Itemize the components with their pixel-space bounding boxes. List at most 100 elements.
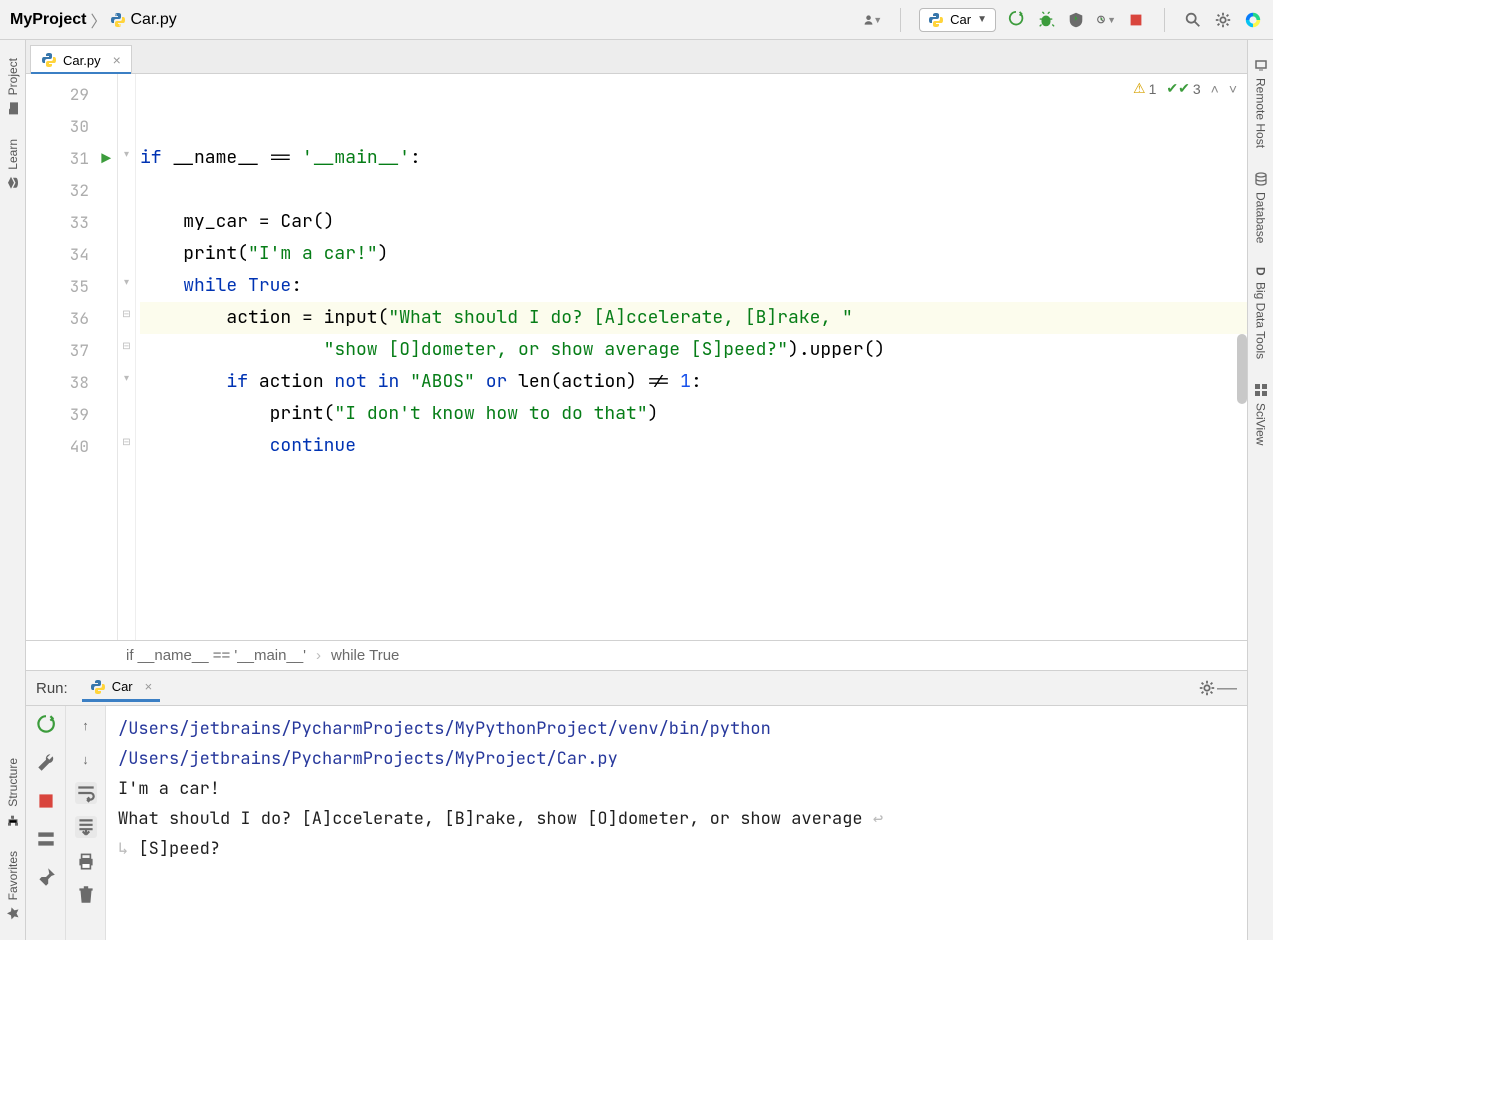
code-line[interactable]: my_car = Car(): [140, 206, 1247, 238]
print-icon[interactable]: [75, 850, 97, 872]
rerun-icon[interactable]: [35, 714, 57, 736]
fold-handle[interactable]: [118, 170, 135, 202]
prev-highlight-icon[interactable]: ˄: [1211, 81, 1219, 97]
breadcrumb-project[interactable]: MyProject: [10, 11, 86, 29]
code-line[interactable]: action = input("What should I do? [A]cce…: [140, 302, 1247, 334]
gutter-line[interactable]: 32: [26, 174, 117, 206]
editor-tab-car[interactable]: Car.py ×: [30, 45, 132, 74]
code-area[interactable]: if __name__ == '__main__': my_car = Car(…: [136, 74, 1247, 640]
gutter-line[interactable]: 34: [26, 238, 117, 270]
layout-icon[interactable]: [35, 828, 57, 850]
coverage-button[interactable]: [1066, 10, 1086, 30]
fold-handle[interactable]: [118, 234, 135, 266]
code-line[interactable]: [140, 174, 1247, 206]
gutter-line[interactable]: 37: [26, 334, 117, 366]
fold-handle[interactable]: [118, 74, 135, 106]
ide-logo-icon[interactable]: [1243, 10, 1263, 30]
run-config-label: Car: [950, 12, 971, 27]
bigdata-label: Big Data Tools: [1254, 282, 1268, 359]
database-button[interactable]: Database: [1254, 160, 1268, 255]
structure-tool-button[interactable]: Structure: [6, 746, 20, 839]
run-button[interactable]: [1006, 10, 1026, 30]
run-tab-car[interactable]: Car ×: [82, 675, 161, 702]
warning-indicator[interactable]: ⚠1: [1133, 80, 1156, 97]
fold-handle[interactable]: ⊟: [118, 298, 135, 330]
fold-handle[interactable]: [118, 202, 135, 234]
fold-handle[interactable]: ⊟: [118, 426, 135, 458]
gutter-line[interactable]: 40: [26, 430, 117, 462]
code-line[interactable]: "show [O]dometer, or show average [S]pee…: [140, 334, 1247, 366]
check-icon: ✔✔: [1166, 80, 1189, 97]
remote-host-button[interactable]: Remote Host: [1254, 46, 1268, 160]
run-tab-label: Car: [112, 679, 133, 694]
chevron-right-icon: 〉: [90, 8, 106, 32]
bigdata-button[interactable]: D Big Data Tools: [1254, 255, 1268, 371]
sciview-button[interactable]: SciView: [1254, 371, 1268, 457]
down-icon[interactable]: ↓: [75, 748, 97, 770]
console-output[interactable]: /Users/jetbrains/PycharmProjects/MyPytho…: [106, 706, 1247, 940]
learn-tool-button[interactable]: Learn: [6, 127, 20, 202]
gutter-line[interactable]: 30: [26, 110, 117, 142]
soft-wrap-icon[interactable]: [75, 782, 97, 804]
gutter-line[interactable]: 29: [26, 78, 117, 110]
wrench-icon[interactable]: [35, 752, 57, 774]
run-gutter-icon[interactable]: ▶: [101, 148, 111, 169]
code-line[interactable]: if __name__ == '__main__':: [140, 142, 1247, 174]
warning-count: 1: [1149, 81, 1157, 97]
code-line[interactable]: while True:: [140, 270, 1247, 302]
gutter-line[interactable]: 31▶: [26, 142, 117, 174]
hide-icon[interactable]: —: [1217, 678, 1237, 698]
run-config-selector[interactable]: Car ▼: [919, 8, 996, 32]
stop-icon[interactable]: [35, 790, 57, 812]
fold-handle[interactable]: ▾: [118, 362, 135, 394]
gutter-line[interactable]: 38: [26, 366, 117, 398]
breadcrumb-item[interactable]: if __name__ == '__main__': [126, 647, 306, 664]
up-icon[interactable]: ↑: [75, 714, 97, 736]
editor-inspection-widget[interactable]: ⚠1 ✔✔3 ˄ ˅: [1133, 80, 1237, 97]
code-editor[interactable]: 293031▶323334353637383940 ▾▾⊟⊟▾⊟ if __na…: [26, 74, 1247, 640]
fold-handle[interactable]: [118, 106, 135, 138]
user-icon[interactable]: ▼: [862, 10, 882, 30]
trash-icon[interactable]: [75, 884, 97, 906]
breadcrumb-item[interactable]: while True: [331, 647, 399, 664]
scrollbar-thumb[interactable]: [1237, 334, 1247, 404]
debug-button[interactable]: [1036, 10, 1056, 30]
remote-host-label: Remote Host: [1254, 78, 1268, 148]
code-line[interactable]: if action not in "ABOS" or len(action) !…: [140, 366, 1247, 398]
gutter-line[interactable]: 35: [26, 270, 117, 302]
gutter-line[interactable]: 33: [26, 206, 117, 238]
close-icon[interactable]: ×: [145, 679, 153, 694]
code-line[interactable]: continue: [140, 430, 1247, 462]
gutter-line[interactable]: 36: [26, 302, 117, 334]
project-tool-button[interactable]: Project: [6, 46, 20, 127]
run-tool-header: Run: Car × —: [26, 670, 1247, 706]
fold-handle[interactable]: ▾: [118, 266, 135, 298]
next-highlight-icon[interactable]: ˅: [1229, 81, 1237, 97]
problems-indicator[interactable]: ✔✔3: [1166, 80, 1200, 97]
structure-label: Structure: [6, 758, 20, 807]
settings-icon[interactable]: [1213, 10, 1233, 30]
gutter-line[interactable]: 39: [26, 398, 117, 430]
left-tool-rail: Project Learn Structure Favorites: [0, 40, 26, 940]
editor-breadcrumbs[interactable]: if __name__ == '__main__' › while True: [26, 640, 1247, 670]
code-line[interactable]: print("I'm a car!"): [140, 238, 1247, 270]
profile-button[interactable]: ▼: [1096, 10, 1116, 30]
scroll-end-icon[interactable]: [75, 816, 97, 838]
close-icon[interactable]: ×: [113, 52, 121, 68]
breadcrumb-file[interactable]: Car.py: [110, 11, 176, 29]
console-line: I'm a car!: [118, 774, 1235, 804]
search-icon[interactable]: [1183, 10, 1203, 30]
fold-handle[interactable]: ⊟: [118, 330, 135, 362]
code-line[interactable]: [140, 110, 1247, 142]
settings-icon[interactable]: [1197, 678, 1217, 698]
breadcrumb-file-label: Car.py: [130, 11, 176, 29]
favorites-tool-button[interactable]: Favorites: [6, 839, 20, 932]
fold-handle[interactable]: ▾: [118, 138, 135, 170]
pin-icon[interactable]: [35, 866, 57, 888]
code-line[interactable]: print("I don't know how to do that"): [140, 398, 1247, 430]
stop-button[interactable]: [1126, 10, 1146, 30]
dropdown-icon: ▼: [977, 14, 987, 25]
fold-column[interactable]: ▾▾⊟⊟▾⊟: [118, 74, 136, 640]
code-line[interactable]: [140, 78, 1247, 110]
fold-handle[interactable]: [118, 394, 135, 426]
